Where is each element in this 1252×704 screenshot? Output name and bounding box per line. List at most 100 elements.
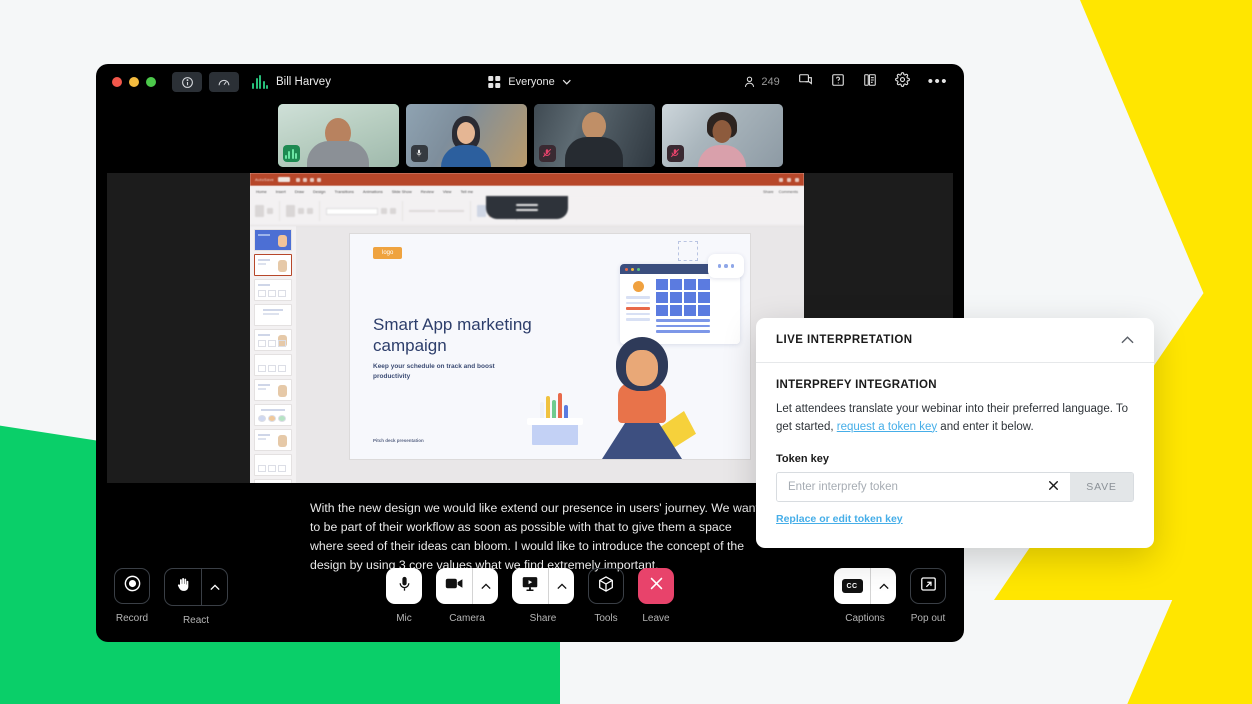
avatar [712, 120, 732, 143]
react-control: React [164, 568, 228, 626]
share-button-split[interactable] [512, 568, 574, 604]
token-key-field-row: SAVE [776, 472, 1134, 502]
slide-thumbnail[interactable] [254, 229, 292, 251]
slide-thumbnail[interactable] [254, 404, 292, 426]
slide-thumbnail[interactable] [254, 429, 292, 451]
share-button[interactable] [512, 568, 548, 604]
panel-header[interactable]: LIVE INTERPRETATION [756, 318, 1154, 363]
shared-powerpoint-window: AutoSave Home Insert Draw Design Transit… [250, 173, 804, 483]
clear-token-button[interactable] [1036, 473, 1070, 501]
captions-control: CC Captions [834, 568, 896, 624]
powerpoint-ribbon [250, 196, 804, 226]
camera-label: Camera [449, 613, 485, 624]
more-button[interactable]: ••• [928, 74, 948, 89]
settings-button[interactable] [894, 72, 910, 92]
participant-thumbnails [96, 100, 964, 173]
network-quality-button[interactable] [209, 72, 239, 92]
camera-button[interactable] [436, 568, 472, 604]
powerpoint-comments-button: Comments [778, 189, 798, 194]
save-token-button[interactable]: SAVE [1070, 473, 1133, 501]
captions-button-split[interactable]: CC [834, 568, 896, 604]
participant-thumbnail-2[interactable] [405, 104, 527, 167]
info-icon [181, 76, 194, 89]
ribbon-group-paragraph [409, 210, 464, 212]
react-options-button[interactable] [201, 569, 227, 605]
slide-thumbnail[interactable] [254, 254, 292, 276]
slide-thumbnail-panel[interactable] [250, 226, 296, 483]
audio-level-icon [252, 75, 268, 89]
slide-thumbnail[interactable] [254, 379, 292, 401]
info-button[interactable] [172, 72, 202, 92]
microphone-icon [396, 575, 413, 598]
panel-subheading: INTERPREFY INTEGRATION [776, 379, 937, 391]
slide-title: Smart App marketing campaign [373, 315, 532, 355]
qa-button[interactable] [831, 73, 845, 92]
qa-icon [831, 73, 845, 92]
close-window-button[interactable] [112, 77, 122, 87]
powerpoint-body: logo Smart App marketing campaign Keep y… [250, 226, 804, 483]
record-button[interactable] [114, 568, 150, 604]
slide-thumbnail[interactable] [254, 329, 292, 351]
tools-button[interactable] [588, 568, 624, 604]
captions-button[interactable]: CC [834, 568, 870, 604]
maximize-window-button[interactable] [146, 77, 156, 87]
participant-thumbnail-4[interactable] [661, 104, 783, 167]
autosave-toggle [277, 177, 290, 182]
popout-button[interactable] [910, 568, 946, 604]
window-controls[interactable] [112, 77, 156, 87]
slide-stage: logo Smart App marketing campaign Keep y… [296, 226, 804, 483]
avatar-body [307, 141, 369, 167]
powerpoint-share-button: Share [762, 189, 774, 194]
captions-options-button[interactable] [870, 568, 896, 604]
gear-icon [894, 72, 910, 92]
slide-thumbnail[interactable] [254, 454, 292, 476]
screen-share-drag-handle[interactable] [486, 196, 568, 219]
record-control: Record [114, 568, 150, 626]
mic-button[interactable] [386, 568, 422, 604]
close-icon [1047, 479, 1060, 495]
slide-thumbnail[interactable] [254, 279, 292, 301]
leave-button[interactable] [638, 568, 674, 604]
minimize-window-button[interactable] [129, 77, 139, 87]
participants-button[interactable]: 249 [743, 75, 780, 89]
toolbar-middle-group: Mic Camera Share Tools Leave [386, 568, 674, 624]
live-interpretation-panel: LIVE INTERPRETATION INTERPREFY INTEGRATI… [756, 318, 1154, 548]
token-key-input[interactable] [777, 473, 1036, 501]
quick-access-toolbar [295, 177, 321, 182]
chat-button[interactable] [798, 73, 813, 92]
panel-description: Let attendees translate your webinar int… [776, 401, 1134, 436]
raise-hand-icon [175, 576, 191, 598]
replace-token-key-link[interactable]: Replace or edit token key [776, 513, 903, 525]
react-button[interactable] [165, 569, 201, 605]
cc-icon: CC [841, 579, 863, 593]
menu-item: Transitions [334, 189, 354, 194]
react-button-split[interactable] [164, 568, 228, 606]
pop-out-icon [920, 576, 937, 597]
audio-level-icon [284, 148, 298, 159]
camera-options-button[interactable] [472, 568, 498, 604]
slide-thumbnail[interactable] [254, 354, 292, 376]
participant-thumbnail-3[interactable] [533, 104, 655, 167]
slide-decoration-dots [678, 241, 698, 261]
token-key-label: Token key [776, 453, 829, 465]
avatar [582, 112, 606, 140]
chevron-down-icon [563, 76, 572, 88]
record-icon [123, 574, 142, 598]
request-token-key-link[interactable]: request a token key [837, 421, 937, 433]
camera-button-split[interactable] [436, 568, 498, 604]
leave-label: Leave [642, 613, 670, 624]
share-options-button[interactable] [548, 568, 574, 604]
notes-button[interactable] [863, 73, 877, 92]
slide-thumbnail[interactable] [254, 304, 292, 326]
mic-muted-badge [666, 145, 684, 163]
microphone-muted-icon [670, 145, 680, 163]
record-label: Record [115, 613, 149, 624]
participant-thumbnail-1[interactable] [277, 104, 399, 167]
window-buttons [779, 177, 799, 182]
layout-selector[interactable]: Everyone [488, 76, 572, 88]
panel-title: LIVE INTERPRETATION [776, 334, 913, 346]
panel-collapse-button[interactable] [1121, 331, 1134, 349]
menu-item: Design [313, 189, 326, 194]
popout-label: Pop out [910, 613, 946, 624]
powerpoint-titlebar: AutoSave [250, 173, 804, 186]
